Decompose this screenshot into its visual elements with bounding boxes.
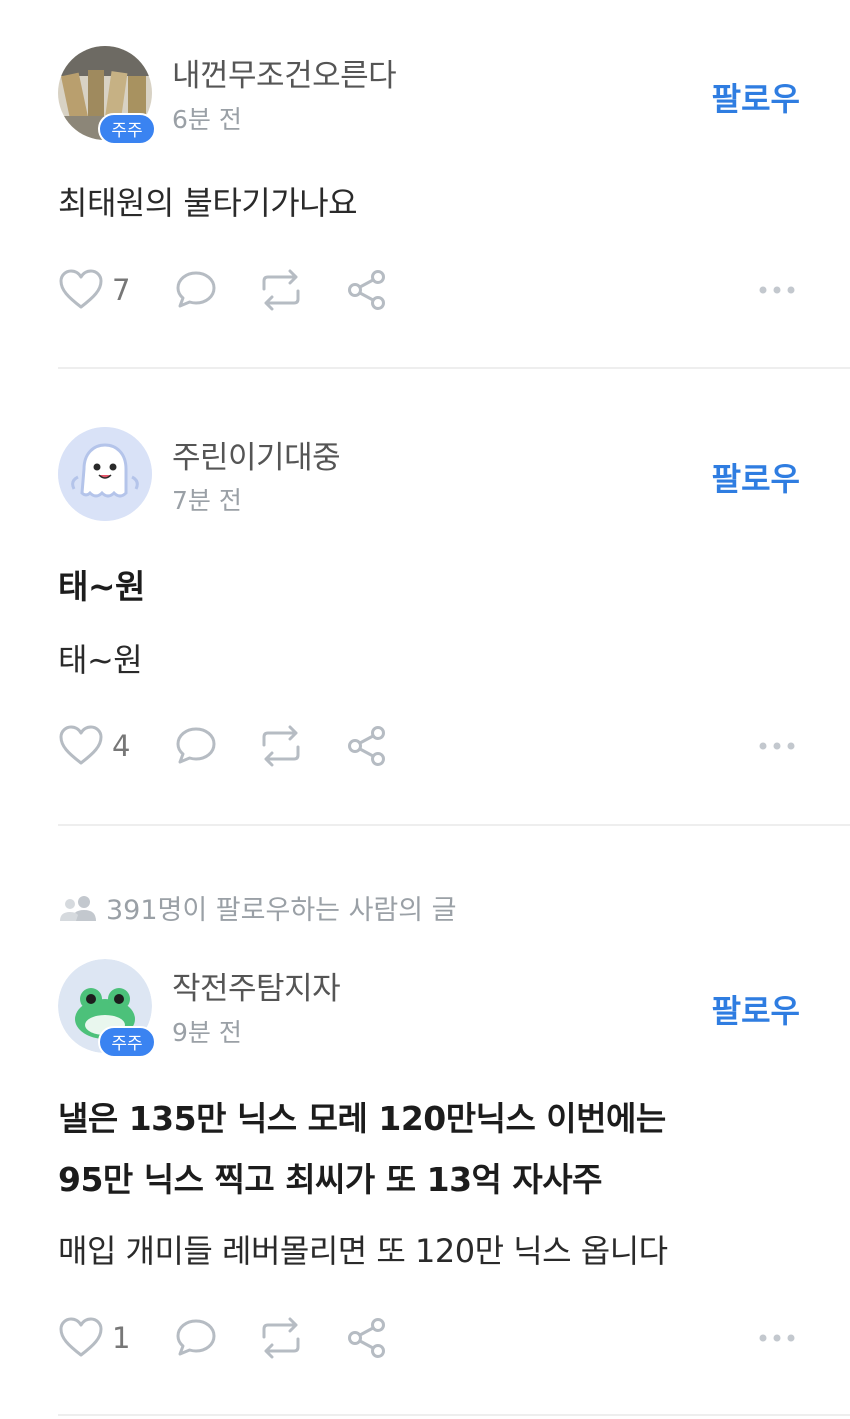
follow-button[interactable]: 팔로우 (712, 74, 800, 120)
post-time: 6분 전 (172, 105, 242, 134)
share-button[interactable] (346, 268, 388, 312)
post-time: 9분 전 (172, 1018, 242, 1047)
share-icon (348, 270, 385, 310)
share-icon (348, 726, 385, 766)
follow-button[interactable]: 팔로우 (712, 986, 800, 1032)
more-icon (759, 286, 795, 294)
like-button[interactable]: 7 (58, 268, 130, 312)
follow-button[interactable]: 팔로우 (712, 454, 800, 500)
avatar[interactable] (58, 427, 152, 521)
divider (58, 824, 850, 826)
heart-icon (59, 725, 103, 765)
follower-notice: 391명이 팔로우하는 사람의 글 (58, 888, 457, 927)
post-body[interactable]: 매입 개미들 레버몰리면 또 120만 닉스 옵니다 (58, 1226, 668, 1272)
post-title-line-2[interactable]: 95만 닉스 찍고 최씨가 또 13억 자사주 (58, 1153, 602, 1201)
post-body[interactable]: 최태원의 불타기가나요 (58, 178, 358, 224)
repost-icon (262, 725, 300, 767)
like-button[interactable]: 4 (58, 724, 130, 768)
username[interactable]: 내껀무조건오른다 (172, 50, 397, 95)
comment-icon (176, 1319, 216, 1356)
comment-icon (176, 271, 216, 308)
like-button[interactable]: 1 (58, 1316, 130, 1360)
comment-button[interactable] (174, 268, 218, 312)
more-button[interactable] (758, 268, 796, 312)
people-icon (60, 895, 96, 921)
share-button[interactable] (346, 724, 388, 768)
more-icon (759, 1334, 795, 1342)
post-actions: 7 (58, 268, 798, 312)
username[interactable]: 작전주탐지자 (172, 963, 341, 1008)
repost-icon (262, 1317, 300, 1359)
post-actions: 4 (58, 724, 798, 768)
repost-button[interactable] (256, 268, 306, 312)
like-count: 7 (112, 273, 131, 307)
post-title-line-1[interactable]: 낼은 135만 닉스 모레 120만닉스 이번에는 (58, 1092, 666, 1140)
post-body[interactable]: 태~원 (58, 635, 143, 681)
more-icon (759, 742, 795, 750)
heart-icon (59, 1317, 103, 1357)
divider (58, 367, 850, 369)
repost-button[interactable] (256, 1316, 306, 1360)
like-count: 1 (112, 1321, 131, 1355)
ghost-avatar-image (58, 427, 152, 521)
divider (58, 1414, 850, 1416)
shareholder-badge: 주주 (98, 113, 156, 145)
post-actions: 1 (58, 1316, 798, 1360)
repost-icon (262, 269, 300, 311)
shareholder-badge: 주주 (98, 1026, 156, 1058)
comment-button[interactable] (174, 724, 218, 768)
like-count: 4 (112, 729, 131, 763)
comment-icon (176, 727, 216, 764)
repost-button[interactable] (256, 724, 306, 768)
more-button[interactable] (758, 1316, 796, 1360)
follower-notice-text: 391명이 팔로우하는 사람의 글 (106, 895, 457, 926)
comment-button[interactable] (174, 1316, 218, 1360)
share-icon (348, 1318, 385, 1358)
username[interactable]: 주린이기대중 (172, 432, 341, 477)
post-time: 7분 전 (172, 486, 242, 515)
share-button[interactable] (346, 1316, 388, 1360)
post-title[interactable]: 태~원 (58, 560, 145, 608)
heart-icon (59, 269, 103, 309)
more-button[interactable] (758, 724, 796, 768)
